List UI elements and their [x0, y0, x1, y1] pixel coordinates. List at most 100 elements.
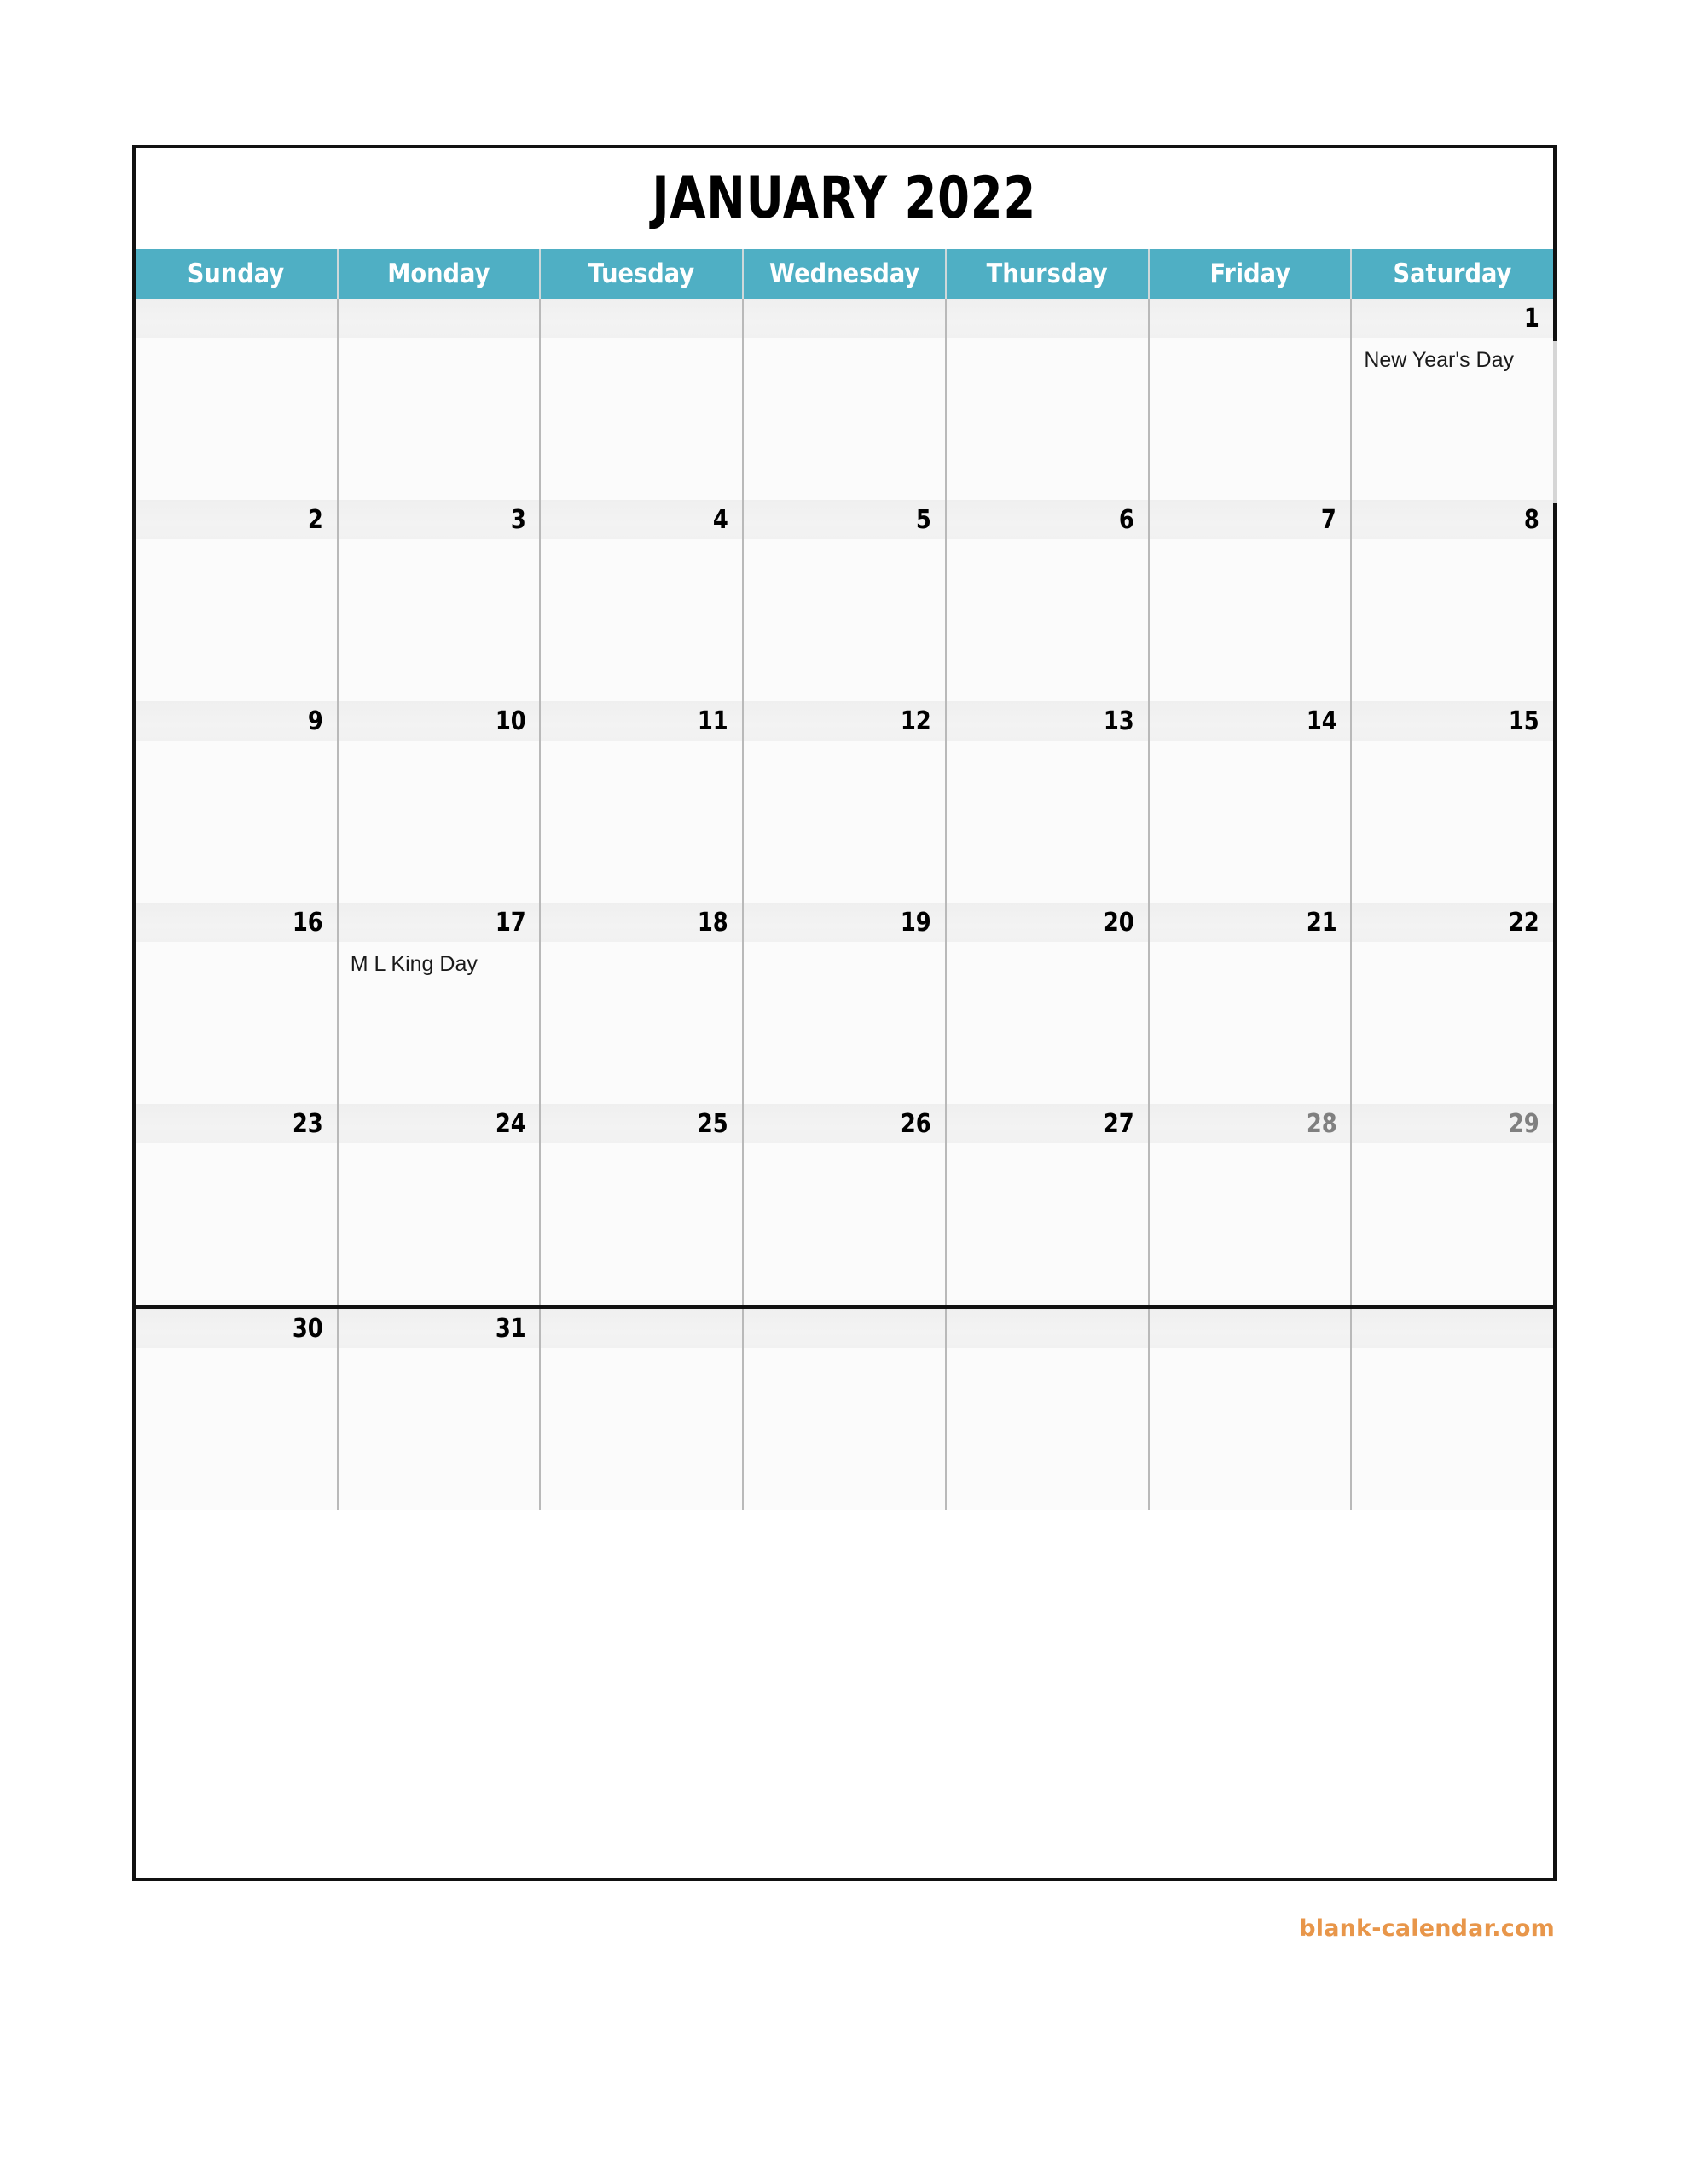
day-content-cell[interactable] — [136, 1348, 339, 1510]
day-number-cell[interactable]: 23 — [136, 1104, 339, 1143]
day-content-cell[interactable] — [1150, 1143, 1353, 1305]
weekday-header-friday: Friday — [1150, 249, 1353, 299]
day-number-cell[interactable]: 15 — [1352, 701, 1553, 741]
day-number: 27 — [1103, 1108, 1134, 1139]
day-content-cell-empty — [1352, 1348, 1553, 1510]
day-content-cell[interactable] — [136, 942, 339, 1104]
day-number: 2 — [307, 504, 323, 535]
day-number-cell[interactable]: 14 — [1150, 701, 1353, 741]
day-content-cell[interactable] — [744, 942, 947, 1104]
day-number-cell[interactable]: 8 — [1352, 500, 1553, 539]
day-number: 23 — [292, 1108, 323, 1139]
day-content-cell[interactable] — [541, 741, 745, 903]
day-content-cell[interactable] — [947, 942, 1150, 1104]
calendar-week-row: 2 3 4 5 6 7 8 — [136, 500, 1553, 701]
day-number: 9 — [307, 706, 323, 736]
day-number-cell[interactable]: 12 — [744, 701, 947, 741]
day-number-cell[interactable]: 27 — [947, 1104, 1150, 1143]
day-content-cell[interactable] — [339, 1143, 542, 1305]
day-number-cell[interactable]: 30 — [136, 1309, 339, 1348]
day-number-cell[interactable]: 4 — [541, 500, 745, 539]
day-content-cell[interactable] — [136, 1143, 339, 1305]
day-number: 30 — [292, 1313, 323, 1344]
week-date-band: 2 3 4 5 6 7 8 — [136, 500, 1553, 539]
weekday-header-tuesday: Tuesday — [541, 249, 745, 299]
day-content-cell[interactable] — [1150, 741, 1353, 903]
day-content-cell[interactable] — [947, 539, 1150, 701]
day-number-cell[interactable]: 13 — [947, 701, 1150, 741]
day-number-cell[interactable]: 22 — [1352, 903, 1553, 942]
day-number-cell[interactable]: 29 — [1352, 1104, 1553, 1143]
week-body-band: New Year's Day — [136, 338, 1553, 500]
day-number-cell[interactable]: 1 — [1352, 299, 1553, 338]
day-content-cell[interactable] — [1352, 741, 1553, 903]
day-number-cell[interactable]: 16 — [136, 903, 339, 942]
day-number-cell[interactable]: 7 — [1150, 500, 1353, 539]
weekday-header-label: Thursday — [986, 258, 1108, 289]
day-content-cell[interactable] — [744, 539, 947, 701]
day-number-cell[interactable]: 18 — [541, 903, 745, 942]
weekday-header-label: Monday — [387, 258, 490, 289]
day-content-cell[interactable] — [1150, 539, 1353, 701]
day-number-cell[interactable]: 5 — [744, 500, 947, 539]
day-content-cell[interactable] — [541, 539, 745, 701]
day-content-cell[interactable] — [541, 942, 745, 1104]
day-content-cell-empty — [947, 1348, 1150, 1510]
day-content-cell[interactable] — [339, 1348, 542, 1510]
day-number-cell[interactable]: 28 — [1150, 1104, 1353, 1143]
week-body-band — [136, 741, 1553, 903]
day-number-cell-empty — [1150, 299, 1353, 338]
day-content-cell[interactable]: M L King Day — [339, 942, 542, 1104]
day-content-cell[interactable] — [136, 741, 339, 903]
week-date-band: 30 31 — [136, 1309, 1553, 1348]
day-number-cell-empty — [744, 299, 947, 338]
day-content-cell[interactable] — [744, 741, 947, 903]
day-number: 4 — [713, 504, 729, 535]
day-number: 3 — [510, 504, 526, 535]
day-content-cell[interactable] — [339, 741, 542, 903]
day-content-cell[interactable] — [1352, 539, 1553, 701]
calendar-page: JANUARY 2022 Sunday Monday Tuesday Wednesda… — [0, 0, 1687, 2184]
day-content-cell[interactable] — [339, 539, 542, 701]
day-content-cell[interactable] — [947, 741, 1150, 903]
day-number-cell[interactable]: 9 — [136, 701, 339, 741]
calendar-title-bar: JANUARY 2022 — [136, 148, 1553, 249]
day-number: 15 — [1509, 706, 1540, 736]
day-content-cell[interactable] — [744, 1143, 947, 1305]
day-content-cell[interactable] — [1352, 942, 1553, 1104]
day-content-cell-empty — [947, 338, 1150, 500]
day-number-cell[interactable]: 21 — [1150, 903, 1353, 942]
day-number-cell[interactable]: 6 — [947, 500, 1150, 539]
day-number: 31 — [495, 1313, 526, 1344]
weekday-header-saturday: Saturday — [1352, 249, 1553, 299]
week-body-band: M L King Day — [136, 942, 1553, 1104]
day-content-cell[interactable] — [541, 1143, 745, 1305]
day-content-cell[interactable] — [1150, 942, 1353, 1104]
day-number-cell[interactable]: 20 — [947, 903, 1150, 942]
day-number-cell[interactable]: 11 — [541, 701, 745, 741]
day-number: 17 — [495, 907, 526, 938]
day-number: 25 — [698, 1108, 729, 1139]
calendar-week-row: 16 17 18 19 20 21 22 M L King Day — [136, 903, 1553, 1104]
week-date-band: 16 17 18 19 20 21 22 — [136, 903, 1553, 942]
day-number-cell[interactable]: 2 — [136, 500, 339, 539]
day-number-cell-empty — [339, 299, 542, 338]
day-content-cell[interactable] — [136, 539, 339, 701]
day-number-cell[interactable]: 10 — [339, 701, 542, 741]
day-content-cell[interactable] — [1352, 1143, 1553, 1305]
day-number-cell[interactable]: 17 — [339, 903, 542, 942]
weekday-header-label: Wednesday — [768, 258, 920, 289]
day-number-cell[interactable]: 19 — [744, 903, 947, 942]
day-event-label: M L King Day — [350, 952, 478, 976]
day-number-cell[interactable]: 24 — [339, 1104, 542, 1143]
weekday-header-sunday: Sunday — [136, 249, 339, 299]
weekday-header-row: Sunday Monday Tuesday Wednesday Thursday Frid… — [136, 249, 1553, 299]
day-number-cell[interactable]: 25 — [541, 1104, 745, 1143]
day-number-cell[interactable]: 31 — [339, 1309, 542, 1348]
day-content-cell-empty — [541, 1348, 745, 1510]
week-date-band: 1 — [136, 299, 1553, 338]
day-number-cell[interactable]: 3 — [339, 500, 542, 539]
day-number-cell[interactable]: 26 — [744, 1104, 947, 1143]
day-content-cell[interactable] — [947, 1143, 1150, 1305]
day-content-cell[interactable]: New Year's Day — [1352, 338, 1553, 500]
